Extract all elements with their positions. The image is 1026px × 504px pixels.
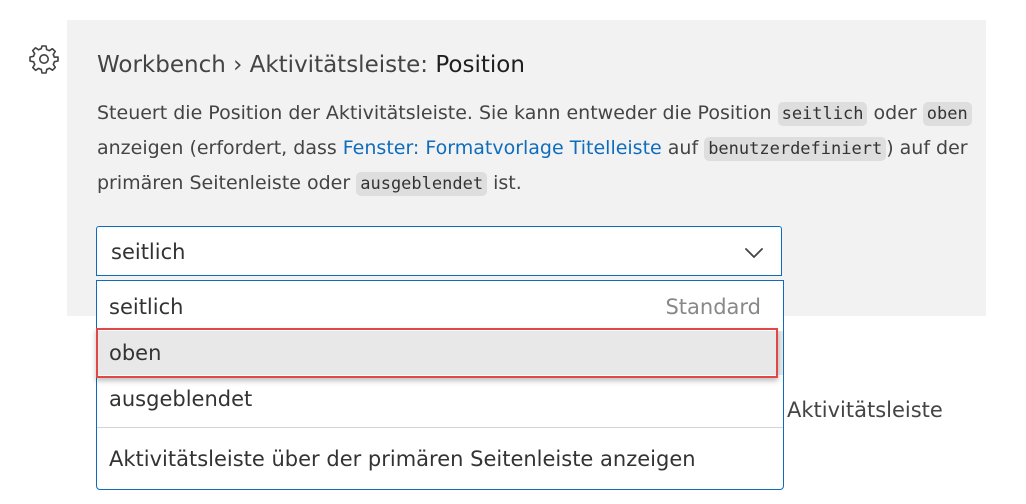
option-label: ausgeblendet	[109, 387, 253, 411]
desc-text: anzeigen (erfordert, dass	[97, 137, 343, 159]
desc-text: ist.	[487, 172, 522, 194]
title-bar-style-link[interactable]: Fenster: Formatvorlage Titelleiste	[343, 137, 662, 159]
desc-code-ausgeblendet: ausgeblendet	[356, 172, 488, 196]
default-badge: Standard	[665, 295, 761, 319]
option-description: Aktivitätsleiste über der primären Seite…	[109, 447, 696, 471]
option-seitlich[interactable]: seitlich Standard	[97, 285, 783, 329]
desc-code-seitlich: seitlich	[777, 102, 868, 126]
option-label: seitlich	[109, 295, 184, 319]
setting-description: Steuert die Position der Aktivitätsleist…	[97, 96, 977, 201]
desc-code-benutzerdefiniert: benutzerdefiniert	[704, 137, 887, 161]
option-label: oben	[109, 341, 162, 365]
settings-page: Workbench › Aktivitätsleiste: Position S…	[0, 0, 1026, 504]
select-value: seitlich	[111, 240, 186, 264]
setting-title: Workbench › Aktivitätsleiste: Position	[97, 49, 525, 81]
background-setting-text: Aktivitätsleiste	[787, 398, 943, 422]
option-ausgeblendet[interactable]: ausgeblendet	[97, 377, 783, 421]
setting-category: Workbench › Aktivitätsleiste:	[97, 52, 436, 78]
setting-name: Position	[435, 52, 525, 78]
desc-text: auf	[661, 137, 705, 159]
gear-icon[interactable]	[28, 43, 60, 75]
position-select[interactable]: seitlich	[96, 226, 782, 276]
desc-code-oben: oben	[922, 102, 972, 126]
desc-text: Steuert die Position der Aktivitätsleist…	[97, 102, 778, 124]
dropdown-divider	[97, 427, 783, 428]
position-dropdown-list: seitlich Standard oben ausgeblendet Akti…	[96, 280, 784, 490]
option-oben[interactable]: oben	[97, 331, 783, 375]
desc-text: oder	[867, 102, 923, 124]
chevron-down-icon	[743, 242, 765, 264]
